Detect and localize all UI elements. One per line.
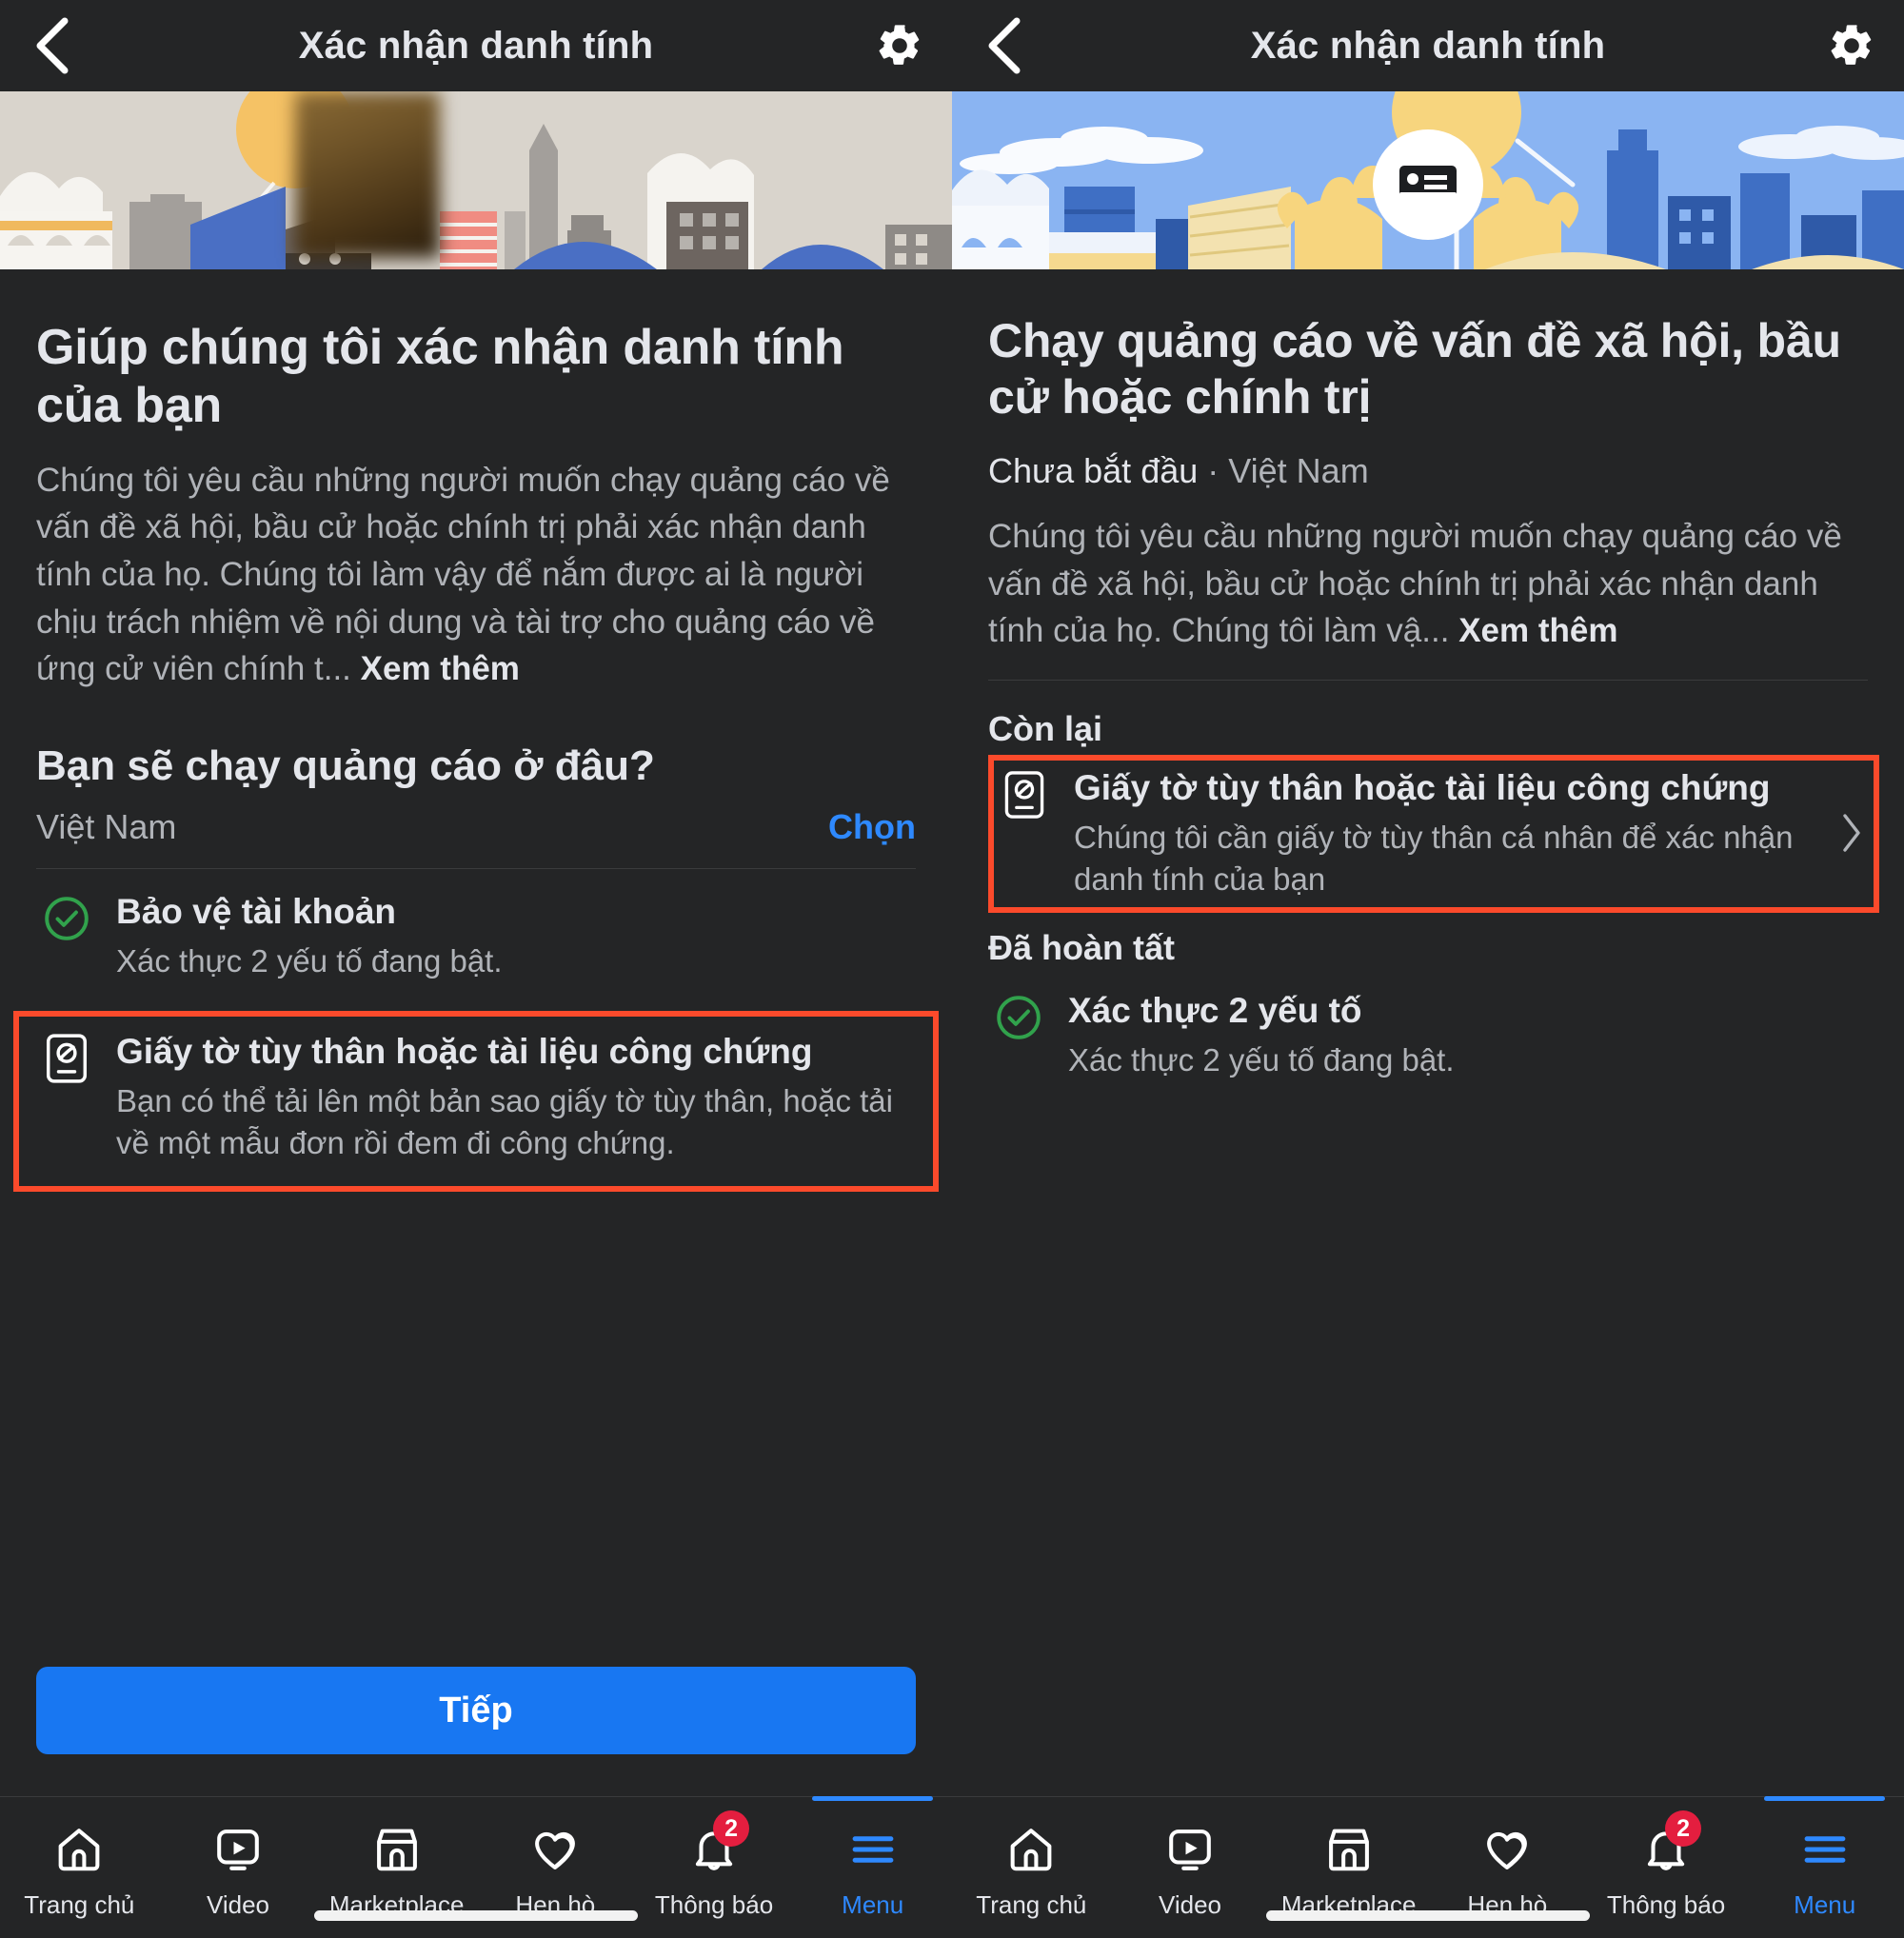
left-content-body: Giúp chúng tôi xác nhận danh tính của bạ… <box>0 269 952 1667</box>
chevron-left-icon <box>988 17 1021 74</box>
marketplace-icon <box>371 1824 423 1875</box>
tab-menu-label: Menu <box>1794 1890 1856 1919</box>
list-item-subtitle: Chúng tôi cần giấy tờ tùy thân cá nhân đ… <box>1074 820 1794 897</box>
left-cta-container: Tiếp <box>0 1667 952 1796</box>
dual-screenshot-container: Xác nhận danh tính Giúp chúng tôi xác nh… <box>0 0 1904 1938</box>
hands-holding-id-card-illustration <box>952 91 1904 269</box>
tab-video-label: Video <box>1158 1890 1222 1919</box>
right-hero-illustration <box>952 91 1904 269</box>
list-item[interactable]: Xác thực 2 yếu tố Xác thực 2 yếu tố đang… <box>988 968 1868 1095</box>
country-choose-link[interactable]: Chọn <box>828 807 916 847</box>
tab-home-label: Trang chủ <box>976 1890 1087 1919</box>
tab-home-label: Trang chủ <box>24 1890 135 1919</box>
status-location: Việt Nam <box>1228 451 1369 490</box>
left-description: Chúng tôi yêu cầu những người muốn chạy … <box>36 457 916 693</box>
dating-heart-icon <box>1481 1824 1533 1875</box>
active-tab-indicator <box>812 1795 934 1801</box>
notifications-badge: 2 <box>1665 1810 1702 1847</box>
list-item[interactable]: Bảo vệ tài khoản Xác thực 2 yếu tố đang … <box>36 869 916 996</box>
left-bottom-tabbar: Trang chủ Video Marketplace Hẹn hò 2 Thô… <box>0 1795 952 1938</box>
list-item-id-document[interactable]: Giấy tờ tùy thân hoặc tài liệu công chứn… <box>13 1010 939 1193</box>
right-back-button[interactable] <box>952 15 1057 76</box>
list-item-subtitle: Xác thực 2 yếu tố đang bật. <box>1068 1042 1455 1078</box>
tab-video[interactable]: Video <box>159 1797 318 1938</box>
bell-icon: 2 <box>1640 1810 1702 1875</box>
id-document-icon <box>1000 770 1049 820</box>
right-status-line: Chưa bắt đầu · Việt Nam <box>988 450 1868 492</box>
tab-home[interactable]: Trang chủ <box>952 1797 1111 1938</box>
right-description-text: Chúng tôi yêu cầu những người muốn chạy … <box>988 517 1842 650</box>
list-item-title: Giấy tờ tùy thân hoặc tài liệu công chứn… <box>1074 767 1771 807</box>
right-content-body: Chạy quảng cáo về vấn đề xã hội, bầu cử … <box>952 269 1904 1796</box>
video-icon <box>1164 1824 1216 1875</box>
tab-menu[interactable]: Menu <box>1745 1795 1904 1938</box>
left-settings-button[interactable] <box>847 21 952 70</box>
tab-menu[interactable]: Menu <box>793 1795 952 1938</box>
gear-icon <box>879 25 920 65</box>
right-app-header: Xác nhận danh tính <box>952 0 1904 91</box>
bell-icon: 2 <box>688 1810 750 1875</box>
left-heading: Giúp chúng tôi xác nhận danh tính của bạ… <box>36 320 844 434</box>
left-back-button[interactable] <box>0 15 105 76</box>
left-page-title: Xác nhận danh tính <box>298 24 654 67</box>
blurred-redaction-overlay <box>295 91 440 258</box>
check-circle-icon <box>42 894 91 943</box>
gear-icon <box>1831 25 1872 65</box>
section-label-remaining: Còn lại <box>988 708 1103 748</box>
right-description: Chúng tôi yêu cầu những người muốn chạy … <box>988 513 1868 655</box>
dating-heart-icon <box>529 1824 581 1875</box>
right-settings-button[interactable] <box>1799 21 1904 70</box>
left-app-header: Xác nhận danh tính <box>0 0 952 91</box>
country-select-row[interactable]: Việt Nam Chọn <box>36 807 916 870</box>
section-label-completed: Đã hoàn tất <box>988 928 1176 968</box>
id-document-icon <box>42 1034 91 1083</box>
home-icon <box>1005 1824 1057 1875</box>
right-heading: Chạy quảng cáo về vấn đề xã hội, bầu cử … <box>988 314 1841 424</box>
left-see-more-link[interactable]: Xem thêm <box>361 650 520 687</box>
tab-notifications[interactable]: 2 Thông báo <box>1587 1797 1746 1938</box>
tab-video[interactable]: Video <box>1111 1797 1270 1938</box>
status-separator: · <box>1207 451 1220 490</box>
tab-video-label: Video <box>206 1890 270 1919</box>
status-badge: Chưa bắt đầu <box>988 451 1199 490</box>
active-tab-indicator <box>1764 1795 1886 1801</box>
video-icon <box>212 1824 264 1875</box>
section-divider <box>988 679 1868 681</box>
list-item-subtitle: Xác thực 2 yếu tố đang bật. <box>116 943 503 979</box>
tab-notifications-label: Thông báo <box>654 1890 774 1919</box>
list-item-subtitle: Bạn có thể tải lên một bản sao giấy tờ t… <box>116 1082 893 1160</box>
home-indicator <box>314 1910 638 1921</box>
right-bottom-tabbar: Trang chủ Video Marketplace Hẹn hò 2 Thô… <box>952 1795 1904 1938</box>
right-page-title: Xác nhận danh tính <box>1250 24 1606 67</box>
tab-home[interactable]: Trang chủ <box>0 1797 159 1938</box>
right-phone-screen: Xác nhận danh tính Chạy quảng cáo về vấn… <box>952 0 1904 1938</box>
left-question-label: Bạn sẽ chạy quảng cáo ở đâu? <box>36 742 655 790</box>
chevron-left-icon <box>36 17 69 74</box>
list-item-title: Xác thực 2 yếu tố <box>1068 991 1362 1031</box>
tab-notifications[interactable]: 2 Thông báo <box>635 1797 794 1938</box>
chevron-right-icon <box>1832 812 1864 854</box>
marketplace-icon <box>1323 1824 1375 1875</box>
right-see-more-link[interactable]: Xem thêm <box>1458 612 1617 649</box>
country-value: Việt Nam <box>36 807 177 847</box>
hamburger-icon <box>1799 1824 1851 1875</box>
list-item-title: Giấy tờ tùy thân hoặc tài liệu công chứn… <box>116 1031 813 1071</box>
tab-menu-label: Menu <box>842 1890 904 1919</box>
list-item-title: Bảo vệ tài khoản <box>116 892 397 932</box>
list-item-id-document[interactable]: Giấy tờ tùy thân hoặc tài liệu công chứn… <box>988 754 1879 914</box>
home-indicator <box>1266 1910 1590 1921</box>
notifications-badge: 2 <box>713 1810 750 1847</box>
home-icon <box>53 1824 105 1875</box>
check-circle-icon <box>994 993 1043 1042</box>
hamburger-icon <box>847 1824 899 1875</box>
left-phone-screen: Xác nhận danh tính Giúp chúng tôi xác nh… <box>0 0 952 1938</box>
continue-button[interactable]: Tiếp <box>36 1667 916 1754</box>
tab-notifications-label: Thông báo <box>1606 1890 1726 1919</box>
city-skyline-illustration <box>0 91 952 269</box>
left-hero-illustration <box>0 91 952 269</box>
